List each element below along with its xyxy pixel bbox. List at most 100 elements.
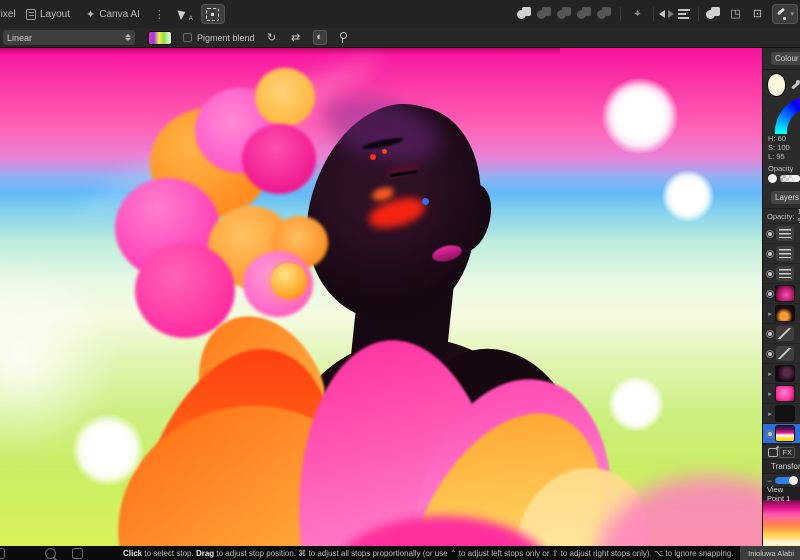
layer-thumbnail[interactable] [776,286,794,301]
layer-row[interactable] [763,324,800,344]
opacity-track[interactable] [780,175,800,182]
persona-pixel[interactable]: Pixel [0,0,18,28]
edit-mask-icon[interactable] [768,448,778,457]
colour-wheel[interactable] [775,98,800,134]
curves-adjustment-icon[interactable] [776,326,794,341]
expand-icon[interactable]: ▸ [766,310,774,318]
more-menu-icon[interactable]: ⋮ [148,8,171,21]
layer-row[interactable] [763,224,800,244]
transform-panel-header[interactable]: Transform [763,460,800,474]
align-icon[interactable] [678,9,690,19]
divider [620,7,621,21]
boolean-combine-icon[interactable] [597,6,613,22]
visibility-toggle[interactable] [766,230,774,238]
minus-icon[interactable]: − [767,476,772,486]
fx-button[interactable]: FX [779,447,795,458]
visibility-toggle[interactable] [766,290,774,298]
persona-layout[interactable]: Layout [18,0,78,28]
tab-colour[interactable]: Colour [771,52,800,65]
layer-row[interactable] [763,264,800,284]
gradient-type-select[interactable]: Linear [3,30,135,45]
layers-opacity-label: Opacity: [767,212,795,221]
flower-petal [135,243,235,338]
navigator-preview[interactable] [763,500,800,546]
opacity-knob[interactable] [768,174,777,183]
sliders-adjustment-icon[interactable] [776,266,794,281]
boolean-add-icon[interactable] [517,6,533,22]
snapping-icon[interactable]: ⌖ [629,6,645,22]
persona-pixel-label: Pixel [0,9,16,20]
layers-opacity-row: Opacity: 100 % [763,209,800,224]
canvas[interactable] [0,48,762,546]
reverse-gradient-icon[interactable]: ↻ [265,31,279,44]
hint-click: Click [123,549,142,558]
sliders-adjustment-icon[interactable] [776,246,794,261]
sparkle-icon: ✦ [86,8,95,21]
layer-thumbnail[interactable] [776,426,794,441]
layer-row[interactable] [763,244,800,264]
visibility-toggle[interactable] [766,270,774,278]
sliders-adjustment-icon[interactable] [776,226,794,241]
layers-footer: FX [763,444,800,460]
transform-mode-button[interactable] [201,4,225,24]
layer-thumbnail[interactable] [776,306,794,321]
expand-icon[interactable]: ▸ [766,410,774,418]
zoom-status-icon[interactable] [45,548,56,559]
status-hint: Click to select stop. Drag to adjust sto… [123,549,734,558]
curves-adjustment-icon[interactable] [776,346,794,361]
layer-row[interactable] [763,424,800,444]
assistant-button[interactable]: ▾ [772,4,798,24]
layer-row[interactable]: ▸ [763,364,800,384]
boolean-subtract-icon[interactable] [537,6,553,22]
visibility-toggle[interactable] [766,350,774,358]
arrange-icon[interactable] [706,6,722,22]
auto-select-icon [179,8,191,20]
context-toolbar: Linear Pigment blend ↻ ⇄ ◐ [0,28,800,48]
swap-icon[interactable]: ⇄ [289,31,303,44]
colour-opacity-slider[interactable] [763,174,800,183]
transform-slider[interactable] [775,477,797,484]
expand-icon[interactable]: ▸ [766,390,774,398]
bokeh-orb [608,376,664,432]
view-point-header[interactable]: View Point 1 [763,488,800,500]
layer-row[interactable]: ▸ [763,404,800,424]
layer-thumbnail[interactable] [776,386,794,401]
boolean-divide-icon[interactable] [577,6,593,22]
persona-canva-ai[interactable]: ✦ Canva AI [78,0,148,28]
divider [698,7,699,21]
gradient-swatch[interactable] [149,32,171,44]
layers-list: ▸ ▸ ▸ ▸ [763,224,800,444]
layer-row[interactable]: ▸ [763,304,800,324]
resize-box-icon[interactable]: ⊡ [749,6,765,22]
fill-colour-well[interactable] [768,74,785,96]
face-dot [422,198,429,205]
hint-drag: Drag [196,549,214,558]
grid-status-icon[interactable] [72,548,83,559]
insert-target-icon[interactable]: ◳ [727,6,743,22]
pigment-blend-label: Pigment blend [197,33,255,43]
boolean-intersect-icon[interactable] [557,6,573,22]
visibility-toggle[interactable] [766,330,774,338]
eyedropper-icon[interactable] [790,79,800,91]
fill-colour-row [763,70,800,98]
top-right-tools: ⌖ ◳ ⊡ ▾ [515,0,798,28]
flower-petal [255,68,315,126]
layer-thumbnail[interactable] [776,406,794,421]
auto-select-button[interactable] [173,4,197,24]
layers-panel-tabs: Layers P [763,187,800,209]
tab-layers[interactable]: Layers [771,191,800,204]
layer-row[interactable] [763,344,800,364]
visibility-toggle[interactable] [766,250,774,258]
marquee-icon [206,8,219,21]
pigment-blend-checkbox[interactable] [183,33,192,42]
layer-row[interactable] [763,284,800,304]
layer-row[interactable]: ▸ [763,384,800,404]
status-icon-partial[interactable] [0,548,5,559]
colour-picker-icon[interactable] [337,31,347,44]
layer-thumbnail[interactable] [776,366,794,381]
visibility-toggle[interactable] [766,430,774,438]
flip-icon[interactable] [659,7,675,21]
expand-icon[interactable]: ▸ [766,370,774,378]
fill-mode-icon[interactable]: ◐ [313,30,327,45]
face-dot [382,149,387,154]
